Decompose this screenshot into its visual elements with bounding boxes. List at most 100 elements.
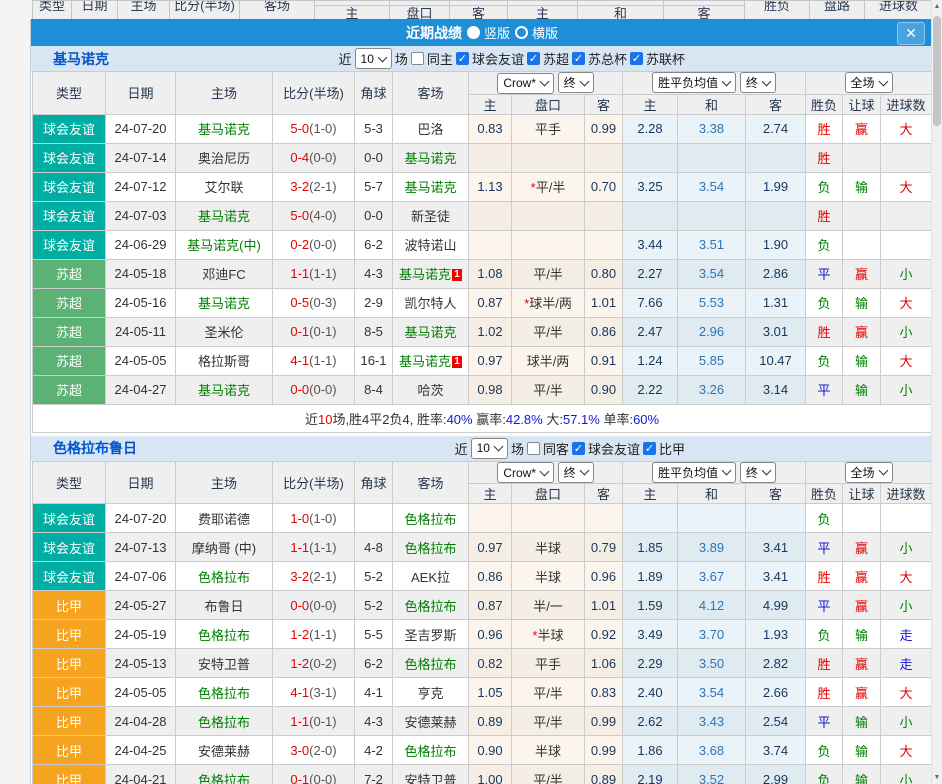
- league-cell: 比甲: [33, 620, 106, 649]
- euro-home-odds: 3.49: [623, 620, 678, 649]
- league-filter-label-0: 球会友谊: [472, 49, 524, 68]
- layout-horizontal-radio[interactable]: 横版: [515, 23, 558, 42]
- score-cell: 0-2(0-0): [273, 230, 355, 259]
- crow-away-odds: 0.99: [585, 736, 623, 765]
- match-count-select[interactable]: 10: [355, 48, 392, 69]
- league-filter-checkbox-1[interactable]: ✓: [643, 442, 656, 455]
- scope-select[interactable]: 全场: [845, 72, 893, 93]
- avg-time-select[interactable]: 终: [740, 462, 776, 483]
- summary-part: 40%: [447, 412, 473, 427]
- sub-column-header: 胜负: [806, 484, 843, 504]
- league-filter-checkbox-0[interactable]: ✓: [572, 442, 585, 455]
- result-cell: 胜: [806, 201, 843, 230]
- away-team-name: 色格拉布: [404, 744, 456, 759]
- scroll-down-icon[interactable]: ▼: [932, 771, 942, 784]
- handicap-result-cell: [843, 230, 881, 259]
- fulltime-score: 3-0: [290, 743, 309, 758]
- background-header-label: 胜负: [745, 1, 809, 14]
- league-filter-label-1: 比甲: [659, 439, 685, 458]
- chevron-down-icon: [540, 466, 550, 476]
- league-filter-checkbox-3[interactable]: ✓: [630, 52, 643, 65]
- away-team-name: 色格拉布: [404, 657, 456, 672]
- goals-result-cell: 走: [881, 620, 932, 649]
- league-filter-checkbox-0[interactable]: ✓: [456, 52, 469, 65]
- handicap-cell: *平/半: [512, 172, 585, 201]
- away-team-name: 色格拉布: [404, 541, 456, 556]
- euro-draw-odds: 3.51: [678, 230, 746, 259]
- scrollbar-thumb[interactable]: [933, 16, 941, 126]
- euro-draw-odds: 3.70: [678, 620, 746, 649]
- away-team-cell: 色格拉布: [393, 504, 469, 533]
- table-row: 比甲24-05-13安特卫普1-2(0-2)6-2色格拉布0.82平手1.062…: [33, 649, 932, 678]
- league-filter-checkbox-2[interactable]: ✓: [572, 52, 585, 65]
- layout-vertical-radio[interactable]: 竖版: [467, 23, 510, 42]
- sub-column-header: 客: [746, 94, 806, 114]
- away-team-name: 巴洛: [417, 122, 443, 137]
- background-header-label: 比分(半场): [170, 1, 239, 14]
- bookmaker-select[interactable]: Crow*: [497, 73, 554, 94]
- euro-draw-odds: 3.26: [678, 375, 746, 404]
- red-card-badge: 1: [452, 356, 462, 368]
- avg-time-select[interactable]: 终: [740, 72, 776, 93]
- league-cell: 比甲: [33, 707, 106, 736]
- goals-result-cell: 小: [881, 591, 932, 620]
- euro-home-odds: 1.24: [623, 346, 678, 375]
- match-count-select[interactable]: 10: [471, 438, 508, 459]
- score-cell: 0-1(0-0): [273, 765, 355, 784]
- handicap-cell: [512, 230, 585, 259]
- background-header-label: 日期: [72, 1, 117, 14]
- radio-selected-icon: [467, 26, 480, 39]
- home-team-cell: 色格拉布: [176, 562, 273, 591]
- scroll-up-icon[interactable]: ▲: [932, 0, 942, 13]
- handicap-value: 平手: [535, 657, 561, 672]
- fulltime-score: 5-0: [290, 208, 309, 223]
- background-header-col: 客场: [240, 1, 315, 20]
- league-cell: 球会友谊: [33, 504, 106, 533]
- avg-odds-select[interactable]: 胜平负均值: [652, 462, 736, 483]
- sub-column-header: 客: [746, 484, 806, 504]
- score-cell: 4-1(3-1): [273, 678, 355, 707]
- league-cell: 苏超: [33, 346, 106, 375]
- league-filter-checkbox-1[interactable]: ✓: [527, 52, 540, 65]
- euro-away-odds: 2.66: [746, 678, 806, 707]
- home-team-cell: 色格拉布: [176, 620, 273, 649]
- date-cell: 24-05-05: [106, 346, 176, 375]
- scope-select[interactable]: 全场: [845, 462, 893, 483]
- handicap-result-cell: 输: [843, 346, 881, 375]
- crow-home-odds: [469, 504, 512, 533]
- fulltime-score: 0-4: [290, 150, 309, 165]
- handicap-result-cell: [843, 143, 881, 172]
- away-team-cell: 新圣徒: [393, 201, 469, 230]
- home-team-name: 安特卫普: [198, 657, 250, 672]
- same-venue-checkbox[interactable]: [411, 52, 424, 65]
- close-button[interactable]: ✕: [897, 22, 925, 45]
- handicap-value: 半球: [535, 570, 561, 585]
- summary-part: 42.8%: [506, 412, 543, 427]
- euro-home-odds: 7.66: [623, 288, 678, 317]
- chevron-down-icon: [579, 466, 589, 476]
- background-header-subcol: 主: [508, 6, 578, 20]
- sub-column-header: 主: [469, 484, 512, 504]
- away-team-cell: 波特诺山: [393, 230, 469, 259]
- vertical-scrollbar[interactable]: ▲ ▼: [931, 0, 942, 784]
- fulltime-score: 1-1: [290, 266, 309, 281]
- odds-time-select[interactable]: 终: [558, 462, 594, 483]
- result-cell: 平: [806, 259, 843, 288]
- home-team-cell: 圣米伦: [176, 317, 273, 346]
- odds-time-select[interactable]: 终: [558, 72, 594, 93]
- same-venue-checkbox[interactable]: [527, 442, 540, 455]
- away-team-name: 亨克: [417, 686, 443, 701]
- home-team-name: 格拉斯哥: [198, 354, 250, 369]
- home-team-cell: 基马诺克(中): [176, 230, 273, 259]
- score-cell: 3-2(2-1): [273, 172, 355, 201]
- euro-draw-odds: 3.50: [678, 649, 746, 678]
- corner-cell: 5-2: [355, 562, 393, 591]
- section-header-bar: 色格拉布鲁日近10场同客✓球会友谊✓比甲: [31, 436, 933, 461]
- home-team-name: 费耶诺德: [198, 512, 250, 527]
- euro-draw-odds: 2.96: [678, 317, 746, 346]
- score-cell: 0-4(0-0): [273, 143, 355, 172]
- bookmaker-select[interactable]: Crow*: [497, 462, 554, 483]
- euro-home-odds: 2.19: [623, 765, 678, 784]
- euro-away-odds: 3.01: [746, 317, 806, 346]
- avg-odds-select[interactable]: 胜平负均值: [652, 72, 736, 93]
